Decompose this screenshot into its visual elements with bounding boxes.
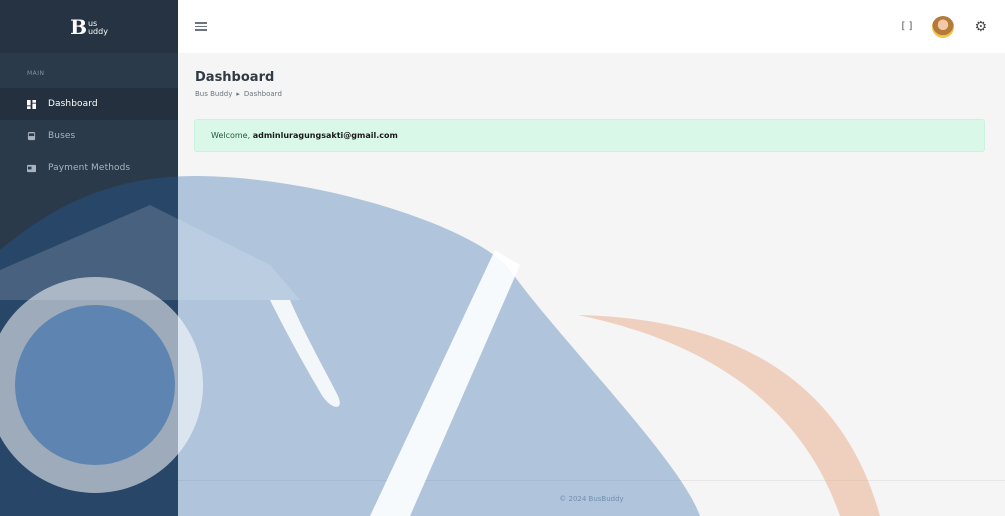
breadcrumb-separator-icon: ▸ (236, 90, 240, 98)
breadcrumb: Bus Buddy ▸ Dashboard (178, 85, 1005, 98)
welcome-text: Welcome, (211, 131, 251, 140)
topbar-actions: [ ] ⚙ (901, 15, 987, 38)
fullscreen-icon[interactable]: [ ] (901, 21, 912, 32)
footer: © 2024 BusBuddy (178, 480, 1005, 516)
breadcrumb-link-home[interactable]: Bus Buddy (195, 90, 232, 98)
page-title: Dashboard (195, 70, 275, 85)
sidebar-item-buses[interactable]: Buses (0, 120, 178, 152)
bus-icon (27, 131, 36, 140)
sidebar-item-dashboard[interactable]: Dashboard (0, 88, 178, 120)
footer-text: © 2024 BusBuddy (559, 494, 624, 503)
menu-toggle-icon[interactable] (195, 20, 207, 32)
sidebar-item-label: Dashboard (48, 99, 98, 109)
brand-logo[interactable]: B us uddy (0, 0, 178, 53)
credit-card-icon (27, 164, 36, 172)
menu-section-title: MAIN (27, 70, 45, 77)
breadcrumb-current: Dashboard (243, 90, 282, 98)
brand-small-bottom: uddy (87, 26, 108, 36)
sidebar-item-label: Payment Methods (48, 163, 131, 173)
topbar: [ ] ⚙ (178, 0, 1005, 53)
dashboard-icon (27, 99, 36, 109)
gear-icon[interactable]: ⚙ (974, 20, 987, 34)
welcome-alert: Welcome, adminluragungsakti@gmail.com (194, 119, 985, 152)
brand-small-text: us uddy (87, 19, 108, 36)
user-email: adminluragungsakti@gmail.com (252, 131, 398, 140)
main-content: Dashboard Bus Buddy ▸ Dashboard Welcome, a… (178, 53, 1005, 516)
sidebar-item-payment-methods[interactable]: Payment Methods (0, 152, 178, 184)
avatar[interactable] (932, 15, 955, 38)
sidebar-item-label: Buses (48, 131, 76, 141)
brand-big-letter: B (70, 14, 87, 39)
sidebar: B us uddy MAIN Dashboard Buses Payment M… (0, 0, 178, 516)
